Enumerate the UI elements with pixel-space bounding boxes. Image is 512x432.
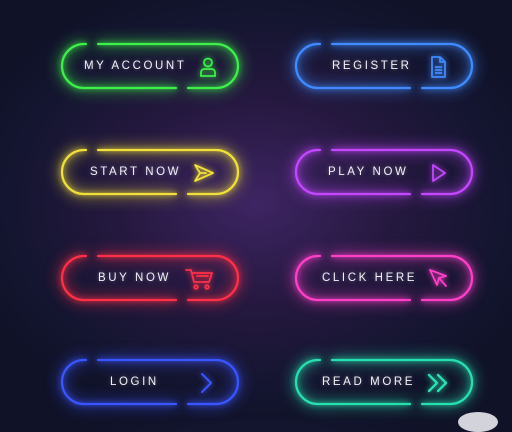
click-here-label: CLICK HERE <box>322 272 418 284</box>
cursor-icon <box>426 267 450 291</box>
login-label: LOGIN <box>110 376 159 388</box>
play-icon <box>426 161 450 185</box>
user-icon <box>196 55 220 79</box>
start-now-button[interactable]: START NOW <box>58 148 242 196</box>
play-now-button[interactable]: PLAY NOW <box>292 148 476 196</box>
buy-now-label: BUY NOW <box>98 272 171 284</box>
chevron-right-icon <box>194 371 218 395</box>
register-button[interactable]: REGISTER <box>292 42 476 90</box>
register-label: REGISTER <box>332 60 412 72</box>
my-account-button[interactable]: MY ACCOUNT <box>58 42 242 90</box>
corner-decoration <box>458 412 498 432</box>
send-arrow-icon <box>192 161 216 185</box>
document-icon <box>426 55 450 79</box>
play-now-label: PLAY NOW <box>328 166 409 178</box>
shopping-cart-icon <box>185 267 213 291</box>
login-button[interactable]: LOGIN <box>58 358 242 406</box>
buy-now-button[interactable]: BUY NOW <box>58 254 242 302</box>
double-chevron-right-icon <box>426 371 450 395</box>
read-more-label: READ MORE <box>322 376 416 388</box>
my-account-label: MY ACCOUNT <box>84 60 187 72</box>
read-more-button[interactable]: READ MORE <box>292 358 476 406</box>
click-here-button[interactable]: CLICK HERE <box>292 254 476 302</box>
start-now-label: START NOW <box>90 166 182 178</box>
